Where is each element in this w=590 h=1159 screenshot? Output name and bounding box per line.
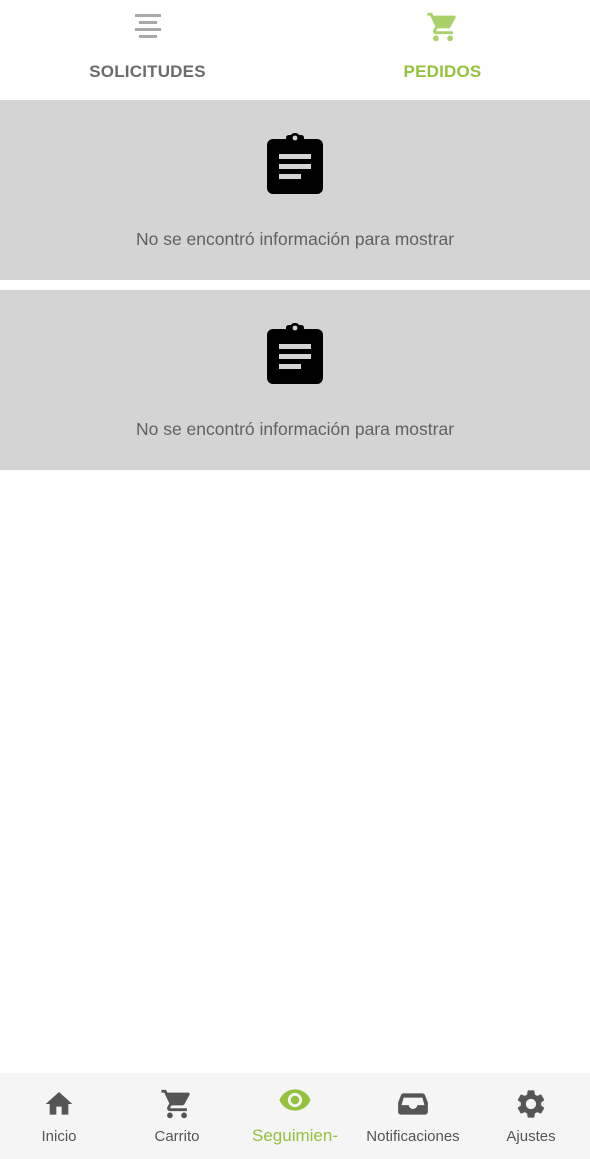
eye-icon — [278, 1083, 312, 1117]
bottom-navigation: Inicio Carrito Seguimien- Notificaciones… — [0, 1073, 590, 1159]
list-icon — [131, 10, 165, 44]
nav-item-seguimiento[interactable]: Seguimien- — [236, 1073, 354, 1159]
inbox-icon — [396, 1087, 430, 1121]
nav-item-ajustes[interactable]: Ajustes — [472, 1073, 590, 1159]
nav-label: Ajustes — [506, 1128, 556, 1145]
page: SOLICITUDES PEDIDOS No se encontró infor… — [0, 0, 590, 1159]
nav-item-carrito[interactable]: Carrito — [118, 1073, 236, 1159]
tab-label: SOLICITUDES — [89, 62, 206, 81]
tab-solicitudes[interactable]: SOLICITUDES — [0, 0, 295, 100]
empty-state-card: No se encontró información para mostrar — [0, 100, 590, 280]
nav-label: Carrito — [154, 1128, 200, 1145]
nav-label: Inicio — [41, 1128, 77, 1145]
nav-label: Seguimien- — [252, 1126, 338, 1145]
empty-message: No se encontró información para mostrar — [135, 229, 455, 249]
cart-icon — [160, 1087, 194, 1121]
clipboard-icon — [266, 133, 324, 195]
home-icon — [42, 1087, 76, 1121]
nav-item-inicio[interactable]: Inicio — [0, 1073, 118, 1159]
cart-icon — [426, 10, 460, 44]
empty-state-card: No se encontró información para mostrar — [0, 290, 590, 470]
tab-pedidos[interactable]: PEDIDOS — [295, 0, 590, 100]
nav-item-notificaciones[interactable]: Notificaciones — [354, 1073, 472, 1159]
nav-label: Notificaciones — [366, 1128, 460, 1145]
top-tab-bar: SOLICITUDES PEDIDOS — [0, 0, 590, 100]
clipboard-icon — [266, 323, 324, 385]
tab-label: PEDIDOS — [403, 62, 482, 81]
empty-message: No se encontró información para mostrar — [135, 419, 455, 439]
gear-icon — [514, 1087, 548, 1121]
